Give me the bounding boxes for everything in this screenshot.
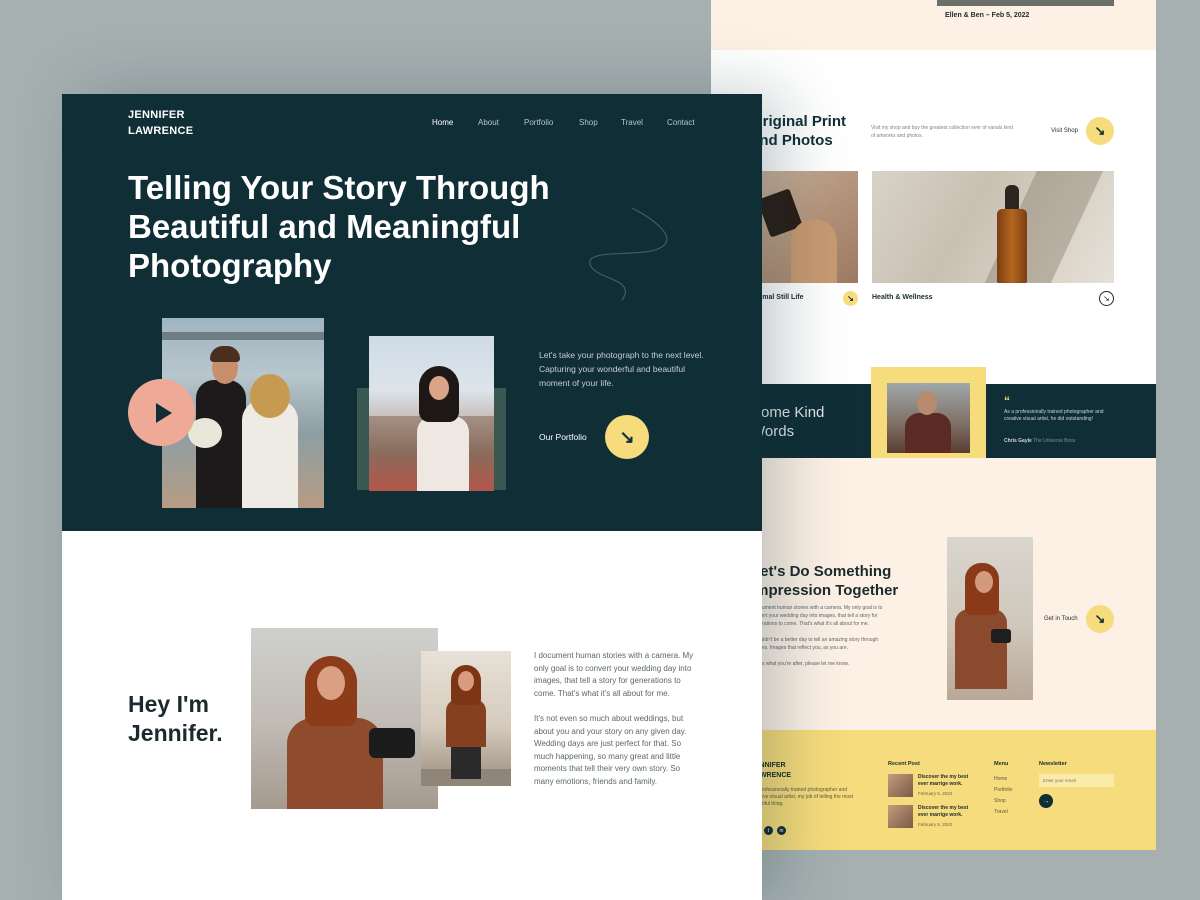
visit-shop-label[interactable]: Visit Shop [1051, 128, 1078, 134]
linkedin-icon[interactable]: in [777, 826, 786, 835]
back-page-preview: Ellen & Ben – Feb 5, 2022 Original Print… [711, 0, 1156, 850]
nav-about[interactable]: About [478, 118, 499, 127]
footer-menu-item[interactable]: Home [994, 774, 1012, 785]
arrow-down-right-icon: ↘ [1094, 611, 1106, 626]
nav-shop[interactable]: Shop [579, 118, 598, 127]
about-paragraph: I document human stories with a camera. … [534, 651, 694, 698]
menu-heading: Menu [994, 761, 1009, 767]
woman-portrait-photo [369, 336, 494, 491]
author-org: The Universe Boss [1033, 438, 1076, 444]
shop-description: Visit my shop and buy the greatest colle… [871, 125, 1013, 139]
about-heading: Hey I'm Jennifer. [128, 690, 223, 748]
our-portfolio-button[interactable]: ↘ [605, 415, 649, 459]
cta-photo [947, 537, 1033, 700]
about-heading-line: Hey I'm [128, 691, 209, 717]
cta-paragraph: That's what you're after, please let me … [751, 661, 850, 667]
twitter-icon[interactable]: t [764, 826, 773, 835]
get-in-touch-label[interactable]: Get in Touch [1044, 616, 1078, 622]
testimonials-heading: Some Kind Words [751, 404, 825, 440]
footer-menu-item[interactable]: Travel [994, 807, 1012, 818]
shop-heading: Original Print and Photos [751, 113, 847, 149]
recent-post-item[interactable]: Discover the my best ever marrige work. F… [888, 774, 978, 797]
recent-post-item[interactable]: Discover the my best ever marrige work. F… [888, 805, 978, 828]
front-page-preview: JENNIFER LAWRENCE Home About Portfolio S… [62, 94, 762, 900]
testimonial-author: Chris Gayle The Universe Boss [1004, 438, 1075, 444]
product-image-wellness[interactable] [872, 171, 1114, 283]
nav-home[interactable]: Home [432, 118, 453, 127]
arrow-down-right-icon: ↘ [619, 426, 635, 447]
nav-portfolio[interactable]: Portfolio [524, 118, 553, 127]
cta-paragraph: I document human stories with a camera. … [751, 605, 883, 627]
author-name: Chris Gayle [1004, 438, 1032, 444]
gallery-caption: Ellen & Ben – Feb 5, 2022 [945, 12, 1030, 19]
arrow-down-right-icon: ↘ [1094, 123, 1106, 138]
testimonial-quote: As a professionally trained photographer… [1004, 409, 1104, 422]
arrow-down-right-icon: ↘ [847, 294, 854, 303]
hero-section: JENNIFER LAWRENCE Home About Portfolio S… [62, 94, 762, 531]
newsletter-submit-button[interactable]: → [1039, 794, 1053, 808]
site-logo[interactable]: JENNIFER LAWRENCE [128, 107, 193, 139]
footer-menu-item[interactable]: Shop [994, 796, 1012, 807]
cta-paragraph: It couldn't be a better day to tell an a… [751, 637, 879, 651]
nav-contact[interactable]: Contact [667, 118, 695, 127]
jennifer-camera-photo [251, 628, 438, 809]
play-icon [155, 402, 172, 423]
product-arrow-button[interactable]: ↘ [843, 291, 858, 306]
logo-line: JENNIFER [128, 109, 185, 121]
product-label[interactable]: Health & Wellness [872, 294, 933, 301]
gallery-band [711, 0, 1156, 50]
recent-post-heading: Recent Post [888, 761, 920, 767]
product-image-still-life[interactable] [751, 171, 858, 283]
gallery-image [937, 0, 1114, 6]
post-date: February 5, 2022 [918, 822, 953, 827]
newsletter-email-input[interactable] [1039, 774, 1114, 787]
product-arrow-button[interactable]: ↘ [1099, 291, 1114, 306]
newsletter-heading: Newsletter [1039, 761, 1067, 767]
jennifer-standing-photo [421, 651, 511, 786]
logo-line: LAWRENCE [128, 125, 194, 137]
footer-menu-item[interactable]: Portfolio [994, 785, 1012, 796]
hero-headline: Telling Your Story Through Beautiful and… [128, 169, 550, 284]
about-heading-line: Jennifer. [128, 720, 223, 746]
cta-body: I document human stories with a camera. … [751, 604, 891, 668]
post-thumbnail [888, 805, 913, 828]
post-title: Discover the my best ever marrige work. [918, 805, 969, 818]
arrow-right-icon: → [1042, 797, 1050, 805]
arrow-down-right-icon: ↘ [1103, 294, 1110, 303]
footer-menu: Home Portfolio Shop Travel [994, 774, 1012, 818]
testimonial-avatar [887, 383, 970, 453]
footer-description: I'm professionally trained photographer … [751, 787, 853, 807]
post-title: Discover the my best ever marrige work. [918, 774, 969, 787]
our-portfolio-label[interactable]: Our Portfolio [539, 432, 587, 442]
post-date: February 5, 2022 [918, 791, 953, 796]
visit-shop-button[interactable]: ↘ [1086, 117, 1114, 145]
cta-heading: Let's Do Something Impression Together [751, 563, 899, 599]
about-paragraph: It's not even so much about weddings, bu… [534, 714, 687, 786]
quote-icon: “ [1004, 394, 1010, 408]
nav-travel[interactable]: Travel [621, 118, 643, 127]
decorative-squiggle [589, 207, 668, 301]
post-thumbnail [888, 774, 913, 797]
play-video-button[interactable] [128, 379, 195, 446]
get-in-touch-button[interactable]: ↘ [1086, 605, 1114, 633]
hero-description: Let's take your photograph to the next l… [539, 350, 704, 388]
